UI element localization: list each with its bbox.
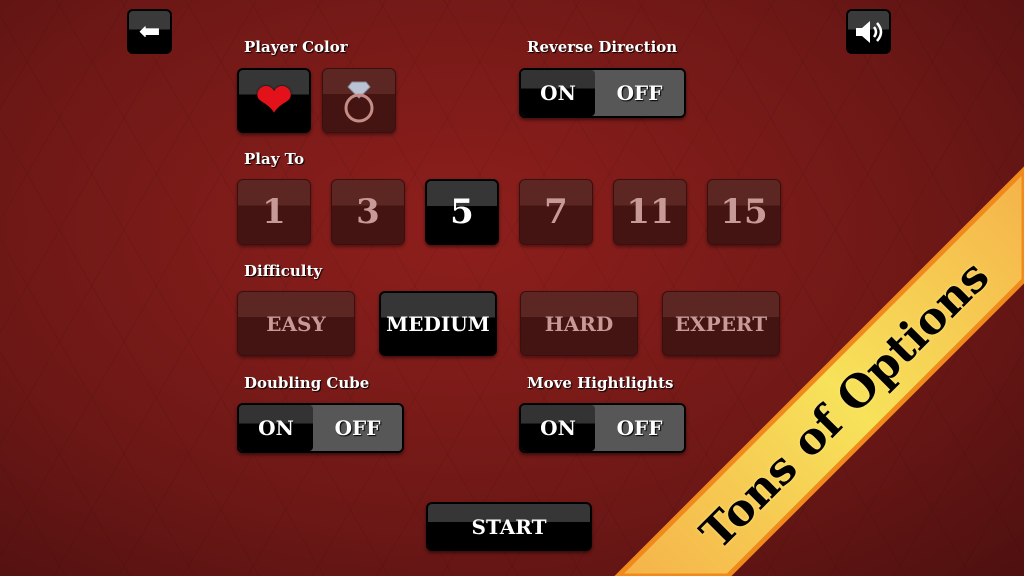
banner-ribbon xyxy=(614,166,1024,576)
